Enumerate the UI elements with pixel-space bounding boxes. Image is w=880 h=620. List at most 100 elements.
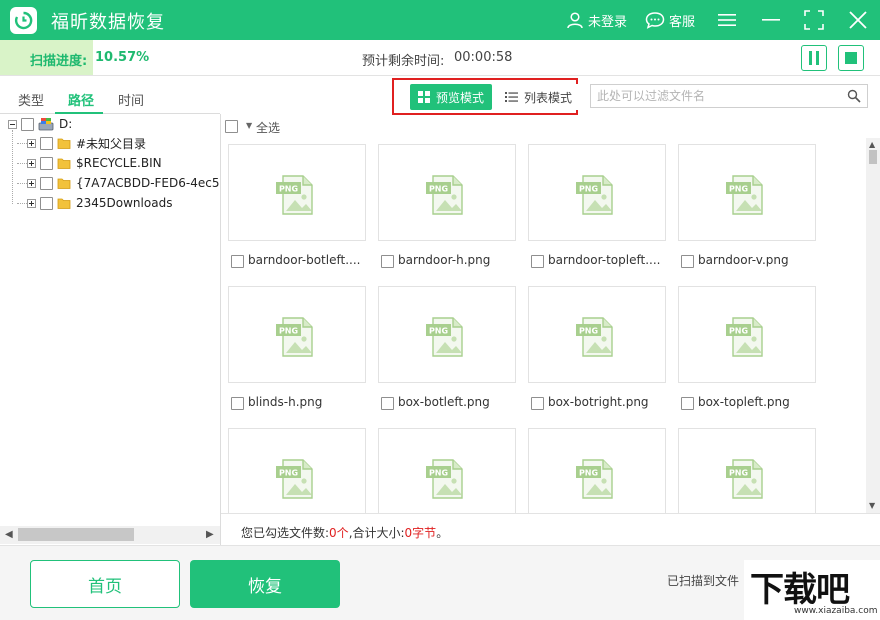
tree-item-folder[interactable]: #未知父目录 bbox=[27, 134, 146, 152]
selected-size: 0字节 bbox=[404, 526, 437, 540]
home-button[interactable]: 首页 bbox=[30, 560, 180, 608]
png-file-icon: PNG bbox=[426, 317, 463, 357]
file-checkbox[interactable] bbox=[231, 255, 244, 268]
file-checkbox[interactable] bbox=[681, 397, 694, 410]
file-thumbnail[interactable]: PNG bbox=[678, 428, 816, 513]
stop-button[interactable] bbox=[838, 45, 864, 71]
tree-checkbox[interactable] bbox=[40, 176, 53, 190]
tree-item-label: 2345Downloads bbox=[76, 196, 173, 210]
collapse-toggle[interactable] bbox=[8, 119, 17, 129]
progress-label: 扫描进度: bbox=[30, 54, 88, 69]
tree-guide-line bbox=[17, 143, 27, 144]
tree-item-folder[interactable]: $RECYCLE.BIN bbox=[27, 154, 162, 172]
png-file-icon: PNG bbox=[276, 317, 313, 357]
file-thumbnail[interactable]: PNG bbox=[378, 286, 516, 383]
tab-path[interactable]: 路径 bbox=[68, 90, 94, 109]
file-name: box-botright.png bbox=[548, 395, 649, 409]
folder-icon bbox=[57, 198, 71, 209]
file-checkbox[interactable] bbox=[531, 255, 544, 268]
status-size-label: ,合计大小: bbox=[348, 526, 405, 540]
png-file-icon: PNG bbox=[576, 317, 613, 357]
folder-icon bbox=[57, 138, 71, 149]
selected-count: 0个 bbox=[329, 526, 349, 540]
status-suffix: 。 bbox=[436, 526, 449, 540]
scrollbar-thumb[interactable] bbox=[18, 528, 134, 541]
remaining-time-label: 预计剩余时间: bbox=[362, 54, 445, 69]
file-thumbnail[interactable]: PNG bbox=[528, 286, 666, 383]
file-type-label: PNG bbox=[729, 185, 748, 194]
file-name: box-botleft.png bbox=[398, 395, 490, 409]
file-type-label: PNG bbox=[579, 185, 598, 194]
expand-toggle[interactable] bbox=[27, 198, 36, 208]
scroll-left-arrow-icon[interactable]: ◀ bbox=[5, 529, 13, 540]
file-thumbnail[interactable]: PNG bbox=[378, 144, 516, 241]
scroll-up-arrow-icon[interactable]: ▲ bbox=[869, 140, 875, 149]
file-thumbnail[interactable]: PNG bbox=[678, 286, 816, 383]
pause-icon bbox=[809, 51, 819, 65]
tab-type[interactable]: 类型 bbox=[18, 90, 44, 109]
file-thumbnail[interactable]: PNG bbox=[528, 428, 666, 513]
expand-toggle[interactable] bbox=[27, 138, 36, 148]
folder-icon bbox=[57, 158, 71, 169]
tree-checkbox[interactable] bbox=[21, 117, 34, 131]
file-checkbox[interactable] bbox=[381, 397, 394, 410]
tree-checkbox[interactable] bbox=[40, 136, 53, 150]
login-button[interactable]: 未登录 bbox=[566, 10, 627, 30]
scroll-down-arrow-icon[interactable]: ▼ bbox=[869, 501, 875, 510]
pause-button[interactable] bbox=[801, 45, 827, 71]
tree-checkbox[interactable] bbox=[40, 156, 53, 170]
file-thumbnail[interactable]: PNG bbox=[528, 144, 666, 241]
list-mode-label: 列表模式 bbox=[524, 90, 573, 105]
expand-toggle[interactable] bbox=[27, 178, 36, 188]
login-label: 未登录 bbox=[588, 14, 628, 30]
tab-time[interactable]: 时间 bbox=[118, 90, 144, 109]
preview-mode-button[interactable]: 预览模式 bbox=[410, 84, 493, 110]
file-type-label: PNG bbox=[279, 469, 298, 478]
png-file-icon: PNG bbox=[576, 175, 613, 215]
menu-button[interactable] bbox=[717, 10, 737, 30]
app-title: 福昕数据恢复 bbox=[51, 12, 165, 33]
file-name: barndoor-v.png bbox=[698, 253, 789, 267]
file-checkbox[interactable] bbox=[231, 397, 244, 410]
list-mode-button[interactable]: 列表模式 bbox=[497, 84, 581, 110]
filename-filter-input[interactable] bbox=[597, 88, 837, 104]
file-thumbnail[interactable]: PNG bbox=[228, 286, 366, 383]
tree-item-label: $RECYCLE.BIN bbox=[76, 156, 162, 170]
preview-mode-label: 预览模式 bbox=[436, 90, 485, 105]
file-checkbox[interactable] bbox=[381, 255, 394, 268]
tree-horizontal-scrollbar[interactable]: ◀ ▶ bbox=[0, 526, 220, 544]
expand-toggle[interactable] bbox=[27, 158, 36, 168]
stop-icon bbox=[845, 52, 857, 64]
tree-item-folder[interactable]: 2345Downloads bbox=[27, 194, 172, 212]
close-button[interactable] bbox=[848, 10, 868, 30]
png-file-icon: PNG bbox=[276, 459, 313, 499]
tree-checkbox[interactable] bbox=[40, 196, 53, 210]
tree-item-drive[interactable]: D: bbox=[8, 115, 72, 133]
file-thumbnail[interactable]: PNG bbox=[228, 144, 366, 241]
file-type-label: PNG bbox=[729, 327, 748, 336]
png-file-icon: PNG bbox=[576, 459, 613, 499]
grid-vertical-scrollbar[interactable]: ▲ ▼ bbox=[866, 138, 880, 513]
scrollbar-thumb[interactable] bbox=[869, 150, 877, 164]
minimize-button[interactable] bbox=[761, 10, 781, 30]
file-thumbnail[interactable]: PNG bbox=[678, 144, 816, 241]
recover-button[interactable]: 恢复 bbox=[190, 560, 340, 608]
file-thumbnail[interactable]: PNG bbox=[378, 428, 516, 513]
minimize-icon bbox=[762, 19, 780, 21]
grid-icon bbox=[418, 91, 430, 103]
file-name: barndoor-botleft.... bbox=[248, 253, 361, 267]
search-icon[interactable] bbox=[847, 89, 861, 103]
customer-service-button[interactable]: 客服 bbox=[645, 10, 695, 30]
tree-item-folder[interactable]: {7A7ACBDD-FED6-4ec5- bbox=[27, 174, 220, 192]
caret-down-icon[interactable]: ▼ bbox=[246, 121, 252, 130]
scroll-right-arrow-icon[interactable]: ▶ bbox=[206, 529, 214, 540]
fullscreen-button[interactable] bbox=[804, 10, 824, 30]
file-thumbnail[interactable]: PNG bbox=[228, 428, 366, 513]
filename-filter[interactable] bbox=[590, 84, 868, 108]
png-file-icon: PNG bbox=[426, 175, 463, 215]
file-checkbox[interactable] bbox=[681, 255, 694, 268]
png-file-icon: PNG bbox=[726, 317, 763, 357]
close-icon bbox=[849, 11, 867, 29]
select-all-checkbox[interactable] bbox=[225, 120, 238, 133]
file-checkbox[interactable] bbox=[531, 397, 544, 410]
